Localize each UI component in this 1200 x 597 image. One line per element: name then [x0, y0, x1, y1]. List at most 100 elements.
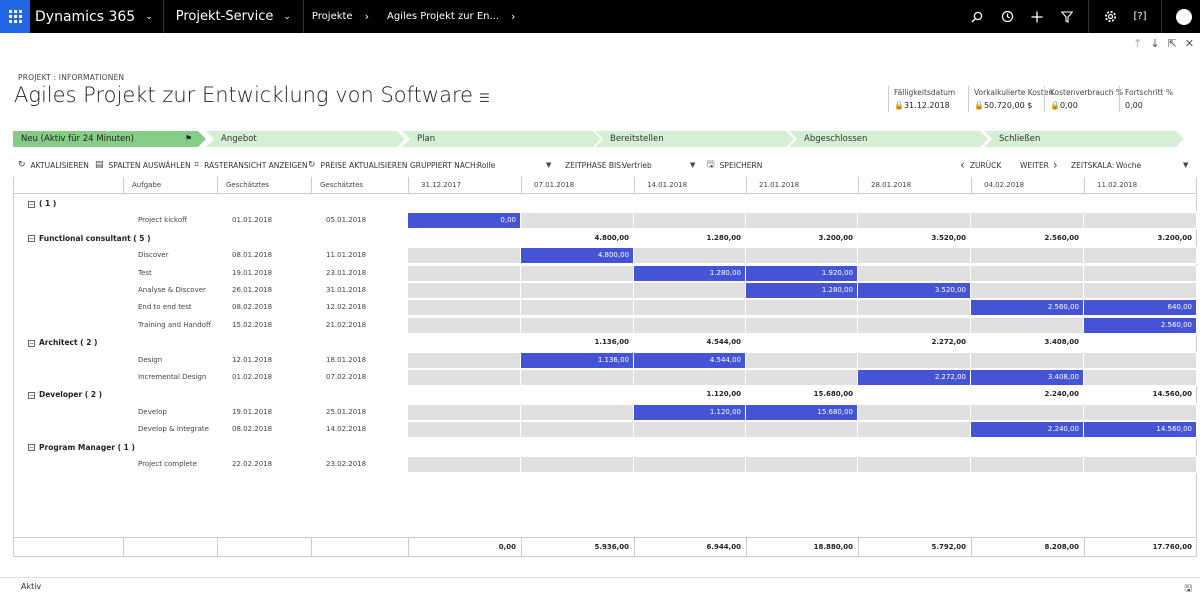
close-icon[interactable]: ✕ — [1185, 37, 1194, 50]
back-button[interactable]: ‹ ZURÜCK — [960, 156, 1001, 174]
header-field-estimated-cost[interactable]: Vorkalkulierte Kosten 🔒50.720,00 $ — [968, 86, 1053, 112]
estimate-cell-filled[interactable]: 1.280,00 — [634, 265, 746, 281]
estimate-cell-filled[interactable]: 1.120,00 — [634, 404, 746, 420]
estimate-cell-empty[interactable] — [971, 457, 1084, 472]
time-scale-select[interactable]: Woche ▼ — [1116, 156, 1194, 174]
app-launcher-button[interactable] — [0, 0, 30, 33]
refresh-button[interactable]: ↻ AKTUALISIEREN — [18, 156, 89, 174]
task-row[interactable]: Develop & Integrate 08.02.2018 14.02.2018 2… — [14, 421, 1197, 439]
breadcrumb-projects[interactable]: Projekte › — [304, 0, 379, 33]
estimate-cell-empty[interactable] — [1084, 213, 1197, 229]
stage-offer[interactable]: Angebot — [206, 131, 405, 147]
estimate-cell-empty[interactable] — [408, 457, 521, 472]
group-label[interactable]: − Functional consultant ( 5 ) — [28, 230, 151, 247]
estimate-cell-filled[interactable]: 2.240,00 — [971, 422, 1084, 438]
stage-close[interactable]: Schließen — [984, 131, 1184, 147]
collapse-icon[interactable]: − — [28, 235, 35, 243]
estimate-cell-empty[interactable] — [408, 265, 521, 281]
col-header-week[interactable]: 21.01.2018 — [746, 177, 858, 194]
estimate-cell-empty[interactable] — [408, 352, 521, 368]
estimate-cell-empty[interactable] — [858, 213, 971, 229]
estimate-cell-empty[interactable] — [858, 248, 971, 264]
estimate-cell-empty[interactable] — [1084, 370, 1197, 385]
estimate-cell-filled[interactable]: 2.560,00 — [971, 300, 1084, 316]
search-icon[interactable] — [962, 0, 992, 33]
estimate-cell-filled[interactable]: 2.272,00 — [858, 370, 971, 385]
estimate-cell-filled[interactable]: 1.920,00 — [746, 265, 858, 281]
col-header-task[interactable]: Aufgabe — [123, 177, 217, 194]
collapse-icon[interactable]: − — [28, 444, 35, 452]
estimate-cell-filled[interactable]: 1.280,00 — [746, 283, 858, 298]
estimate-cell-empty[interactable] — [858, 404, 971, 420]
col-header-week[interactable]: 28.01.2018 — [858, 177, 971, 194]
estimate-cell-empty[interactable] — [971, 248, 1084, 264]
header-field-cost-consumption[interactable]: Kostenverbrauch % 🔒0,00 — [1044, 86, 1123, 112]
estimate-cell-empty[interactable] — [408, 422, 521, 438]
estimate-cell-empty[interactable] — [746, 422, 858, 438]
estimate-cell-empty[interactable] — [634, 300, 746, 316]
estimate-cell-empty[interactable] — [634, 248, 746, 264]
task-row[interactable]: Analyse & Discover 26.01.2018 31.01.2018 1.… — [14, 282, 1197, 299]
header-field-due-date[interactable]: Fälligkeitsdatum 🔒31.12.2018 — [888, 86, 968, 112]
estimate-cell-empty[interactable] — [634, 422, 746, 438]
group-label[interactable]: − Developer ( 2 ) — [28, 386, 102, 403]
estimate-cell-empty[interactable] — [1084, 265, 1197, 281]
estimate-cell-filled[interactable]: 14.560,00 — [1084, 422, 1197, 438]
estimate-cell-empty[interactable] — [746, 213, 858, 229]
estimate-cell-empty[interactable] — [634, 457, 746, 472]
save-button[interactable]: 🖫 SPEICHERN — [707, 156, 762, 174]
estimate-cell-empty[interactable] — [746, 317, 858, 333]
time-phase-select[interactable]: Vertrieb ▼ — [622, 156, 702, 174]
plus-icon[interactable] — [1022, 0, 1052, 33]
group-row[interactable]: − Architect ( 2 ) 1.136,00 4.544,00 2.272,00… — [14, 334, 1197, 351]
estimate-cell-empty[interactable] — [858, 457, 971, 472]
group-row[interactable]: − Functional consultant ( 5 ) 4.800,00 1.28… — [14, 230, 1197, 247]
estimate-cell-filled[interactable]: 3.520,00 — [858, 283, 971, 298]
estimate-cell-empty[interactable] — [634, 317, 746, 333]
task-row[interactable]: Discover 08.01.2018 11.01.2018 4.800,00 — [14, 247, 1197, 265]
group-by-select[interactable]: Rolle ▼ — [477, 156, 557, 174]
task-row[interactable]: Test 19.01.2018 23.01.2018 1.280,00 1.920,00 — [14, 264, 1197, 282]
estimate-cell-filled[interactable]: 15.680,00 — [746, 404, 858, 420]
estimate-cell-empty[interactable] — [858, 265, 971, 281]
group-row[interactable]: −( 1 ) — [14, 195, 1197, 212]
collapse-icon[interactable]: − — [28, 200, 35, 208]
estimate-cell-empty[interactable] — [408, 300, 521, 316]
arrow-down-icon[interactable]: ↓ — [1150, 37, 1159, 50]
stage-plan[interactable]: Plan — [402, 131, 601, 147]
col-header-week[interactable]: 07.01.2018 — [521, 177, 634, 194]
group-label[interactable]: −( 1 ) — [28, 195, 56, 212]
estimate-cell-filled[interactable]: 2.560,00 — [1084, 317, 1197, 333]
header-field-progress[interactable]: Fortschritt % 0,00 — [1119, 86, 1189, 112]
estimate-cell-empty[interactable] — [858, 422, 971, 438]
gear-icon[interactable] — [1095, 0, 1125, 33]
estimate-cell-empty[interactable] — [746, 457, 858, 472]
col-header-week[interactable]: 11.02.2018 — [1084, 177, 1197, 194]
area-switcher[interactable]: Projekt-Service ⌄ — [164, 0, 303, 33]
estimate-cell-filled[interactable]: 4.544,00 — [634, 352, 746, 368]
estimate-cell-empty[interactable] — [746, 352, 858, 368]
estimate-cell-empty[interactable] — [634, 370, 746, 385]
estimate-cell-filled[interactable]: 3.408,00 — [971, 370, 1084, 385]
task-row[interactable]: Training and Handoff 15.02.2018 21.02.2018… — [14, 316, 1197, 334]
estimate-cell-empty[interactable] — [971, 317, 1084, 333]
estimate-cell-empty[interactable] — [521, 457, 634, 472]
stage-deploy[interactable]: Bereitstellen — [595, 131, 794, 147]
estimate-cell-empty[interactable] — [858, 352, 971, 368]
list-menu-icon[interactable]: ☰ — [479, 91, 490, 105]
group-label[interactable]: − Architect ( 2 ) — [28, 334, 97, 351]
estimate-cell-empty[interactable] — [971, 283, 1084, 298]
col-header-week[interactable]: 04.02.2018 — [971, 177, 1084, 194]
estimate-cell-empty[interactable] — [971, 213, 1084, 229]
task-row[interactable]: Develop 19.01.2018 25.01.2018 1.120,00 15.68… — [14, 403, 1197, 421]
group-label[interactable]: − Program Manager ( 1 ) — [28, 439, 135, 456]
col-header-week[interactable]: 31.12.2017 — [408, 177, 521, 194]
breadcrumb-current-project[interactable]: Agiles Projekt zur En... › — [379, 0, 525, 33]
estimate-cell-empty[interactable] — [858, 300, 971, 316]
group-row[interactable]: − Developer ( 2 ) 1.120,00 15.680,00 2.240,0… — [14, 386, 1197, 403]
select-columns-button[interactable]: ▤ SPALTEN AUSWÄHLEN — [95, 156, 191, 174]
stage-completed[interactable]: Abgeschlossen — [789, 131, 988, 147]
estimate-cell-empty[interactable] — [521, 422, 634, 438]
stage-new[interactable]: Neu (Aktiv für 24 Minuten) ⚑ — [13, 131, 206, 147]
estimate-cell-empty[interactable] — [971, 404, 1084, 420]
